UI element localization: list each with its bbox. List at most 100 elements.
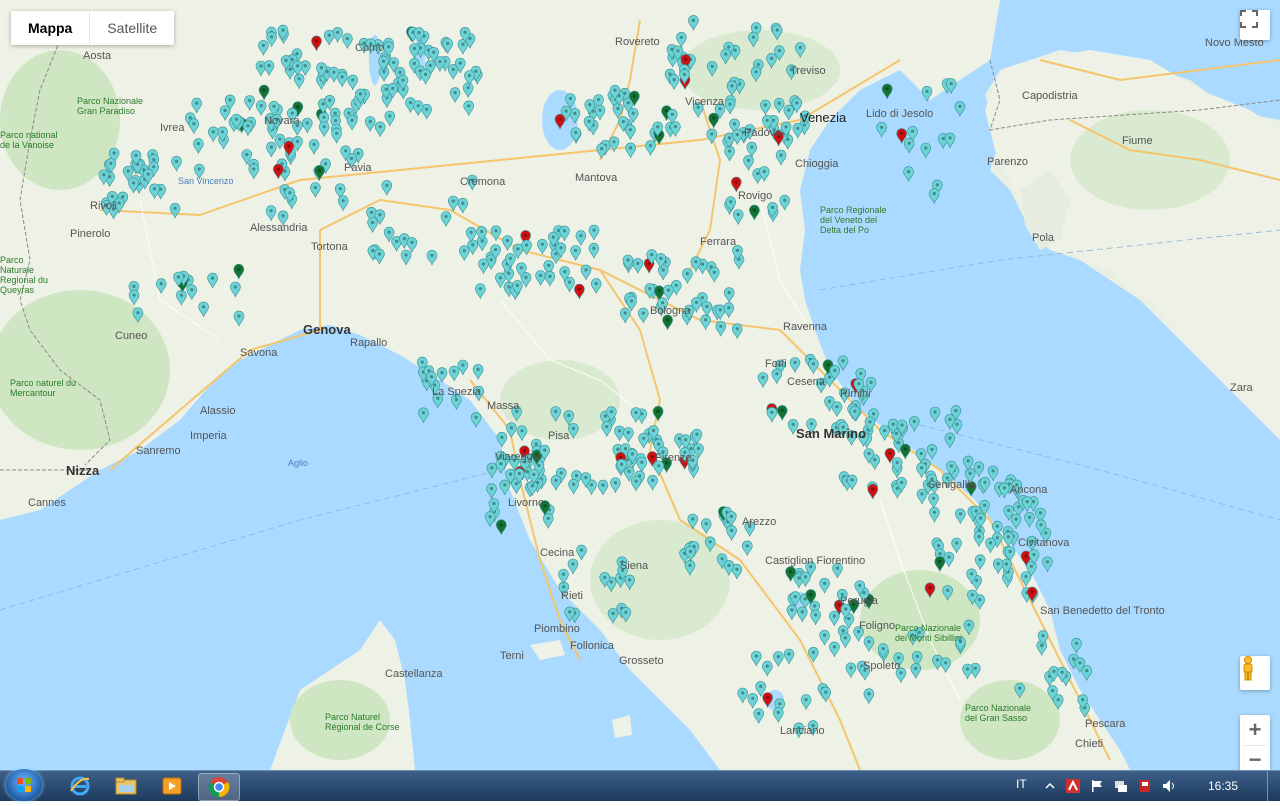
map-marker-cyan[interactable] [328, 66, 340, 83]
map-marker-cyan[interactable] [608, 136, 620, 152]
map-marker-cyan[interactable] [772, 651, 784, 667]
map-marker-cyan[interactable] [750, 650, 762, 667]
map-marker-cyan[interactable] [766, 53, 777, 69]
map-marker-cyan[interactable] [863, 636, 875, 652]
map-marker-cyan[interactable] [563, 410, 575, 426]
map-marker-cyan[interactable] [463, 100, 475, 116]
map-marker-cyan[interactable] [171, 156, 182, 172]
map-marker-cyan[interactable] [708, 267, 720, 283]
map-marker-cyan[interactable] [568, 479, 579, 495]
map-marker-cyan[interactable] [849, 405, 861, 422]
map-marker-cyan[interactable] [929, 406, 941, 423]
map-marker-cyan[interactable] [364, 116, 376, 132]
map-marker-cyan[interactable] [758, 166, 770, 182]
map-marker-cyan[interactable] [186, 284, 198, 300]
map-marker-cyan[interactable] [301, 117, 313, 134]
map-marker-cyan[interactable] [1020, 571, 1032, 587]
map-marker-cyan[interactable] [845, 662, 857, 678]
map-marker-cyan[interactable] [726, 80, 738, 96]
map-marker-cyan[interactable] [1010, 513, 1022, 530]
map-marker-green[interactable] [749, 204, 760, 221]
map-marker-green[interactable] [314, 165, 325, 181]
map-marker-cyan[interactable] [992, 558, 1004, 574]
map-marker-cyan[interactable] [406, 237, 418, 253]
map-marker-cyan[interactable] [840, 632, 851, 648]
map-marker-cyan[interactable] [771, 368, 783, 384]
map-marker-green[interactable] [934, 556, 946, 572]
map-marker-red[interactable] [272, 163, 284, 180]
map-marker-cyan[interactable] [731, 129, 743, 145]
map-marker-cyan[interactable] [973, 531, 985, 547]
map-marker-cyan[interactable] [1071, 637, 1082, 654]
map-marker-cyan[interactable] [478, 258, 489, 274]
map-marker-cyan[interactable] [720, 48, 732, 65]
map-marker-cyan[interactable] [535, 270, 546, 286]
map-marker-cyan[interactable] [783, 648, 795, 665]
map-marker-cyan[interactable] [567, 558, 579, 575]
map-marker-cyan[interactable] [810, 609, 821, 625]
map-marker-cyan[interactable] [594, 104, 606, 121]
map-marker-cyan[interactable] [440, 211, 452, 227]
map-marker-cyan[interactable] [457, 359, 469, 376]
map-marker-cyan[interactable] [331, 127, 342, 144]
map-marker-cyan[interactable] [1024, 512, 1035, 528]
map-marker-cyan[interactable] [570, 245, 581, 261]
show-hidden-icons-icon[interactable] [1043, 779, 1057, 793]
map-marker-cyan[interactable] [657, 264, 669, 281]
device-icon[interactable] [1138, 779, 1152, 793]
map-marker-cyan[interactable] [447, 195, 459, 212]
antivirus-icon[interactable] [1066, 779, 1080, 793]
map-marker-cyan[interactable] [863, 688, 875, 704]
map-marker-cyan[interactable] [723, 287, 735, 303]
map-marker-cyan[interactable] [558, 568, 569, 585]
fullscreen-button[interactable] [1240, 10, 1270, 40]
map-marker-cyan[interactable] [576, 544, 587, 561]
map-marker-cyan[interactable] [265, 205, 277, 221]
map-marker-cyan[interactable] [944, 432, 956, 449]
map-marker-cyan[interactable] [496, 431, 508, 448]
map-marker-cyan[interactable] [193, 138, 204, 154]
map-marker-cyan[interactable] [630, 407, 642, 423]
map-marker-cyan[interactable] [1014, 682, 1026, 699]
map-marker-cyan[interactable] [188, 118, 200, 134]
map-marker-cyan[interactable] [132, 307, 144, 323]
map-marker-cyan[interactable] [746, 141, 758, 158]
taskbar-clock[interactable]: 16:35 [1208, 779, 1238, 793]
map-marker-cyan[interactable] [620, 606, 632, 623]
map-marker-cyan[interactable] [724, 98, 736, 115]
map-marker-cyan[interactable] [588, 224, 600, 241]
map-marker-cyan[interactable] [580, 264, 592, 280]
map-marker-cyan[interactable] [682, 268, 693, 284]
zoom-out-button[interactable]: − [1240, 746, 1270, 770]
map-marker-cyan[interactable] [985, 537, 996, 553]
map-marker-cyan[interactable] [726, 525, 737, 541]
map-marker-cyan[interactable] [367, 217, 378, 233]
map-marker-cyan[interactable] [638, 432, 649, 449]
map-marker-cyan[interactable] [400, 249, 412, 266]
map-marker-cyan[interactable] [741, 540, 753, 556]
map-marker-cyan[interactable] [569, 108, 581, 124]
map-marker-red[interactable] [867, 483, 879, 500]
map-marker-cyan[interactable] [537, 239, 548, 255]
map-marker-cyan[interactable] [715, 321, 727, 337]
map-marker-cyan[interactable] [636, 456, 648, 473]
map-marker-cyan[interactable] [198, 301, 209, 317]
map-marker-cyan[interactable] [800, 571, 811, 587]
map-marker-cyan[interactable] [819, 629, 830, 646]
map-marker-cyan[interactable] [771, 24, 783, 41]
map-marker-cyan[interactable] [550, 406, 562, 422]
map-marker-cyan[interactable] [292, 60, 303, 76]
map-marker-cyan[interactable] [944, 132, 956, 148]
map-marker-cyan[interactable] [879, 425, 890, 441]
taskbar-internet-explorer[interactable] [60, 773, 100, 799]
map-marker-cyan[interactable] [706, 61, 718, 77]
map-marker-green[interactable] [899, 443, 911, 460]
map-marker-cyan[interactable] [731, 323, 743, 339]
map-marker-cyan[interactable] [684, 560, 696, 576]
map-marker-cyan[interactable] [266, 141, 277, 158]
map-marker-cyan[interactable] [999, 482, 1010, 498]
map-marker-cyan[interactable] [472, 364, 484, 380]
map-marker-cyan[interactable] [645, 140, 656, 156]
map-marker-cyan[interactable] [475, 283, 486, 299]
map-marker-cyan[interactable] [381, 180, 393, 196]
